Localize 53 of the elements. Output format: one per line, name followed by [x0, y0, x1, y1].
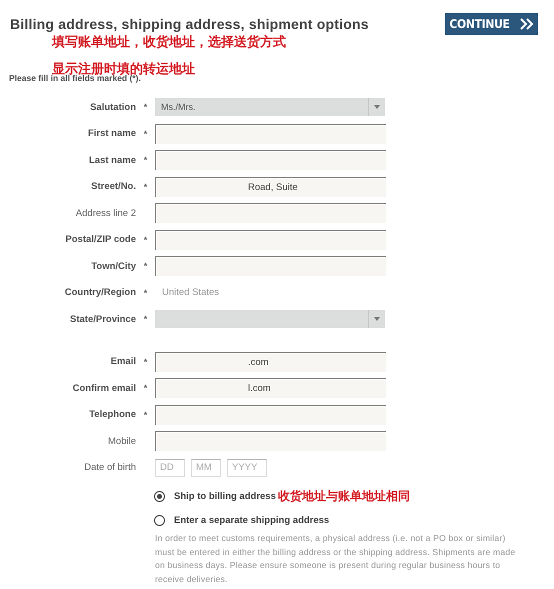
page-title: Billing address, shipping address, shipment options	[10, 15, 369, 33]
annotation-text: 填写账单地址，收货地址，选择送货方式	[52, 34, 287, 50]
required-asterisk: *	[144, 288, 148, 298]
dropdown-arrow-icon	[374, 105, 380, 110]
required-asterisk: *	[144, 356, 148, 367]
input-field[interactable]	[155, 150, 386, 170]
required-asterisk: *	[144, 410, 148, 420]
required-asterisk: *	[144, 383, 148, 394]
input-field[interactable]	[155, 256, 386, 276]
option-label[interactable]: Ship to billing address	[174, 490, 276, 502]
required-asterisk: *	[144, 128, 148, 139]
field-label: Email	[110, 356, 136, 368]
field-label: State/Province	[69, 314, 136, 325]
date-input-field[interactable]: DD	[155, 458, 185, 477]
field-label: Address line 2	[74, 208, 136, 219]
required-asterisk: *	[144, 155, 148, 166]
field-label: Mobile	[107, 436, 136, 447]
field-label: Postal/ZIP code	[64, 234, 136, 246]
field-label: Country/Region	[64, 287, 136, 298]
required-asterisk: *	[144, 261, 148, 272]
annotation-text: 显示注册时填的转运地址	[52, 61, 196, 76]
radio-button[interactable]	[154, 490, 165, 502]
notice-text: In order to meet customs requirements, a physical address (i.e. not a PO box or similar) must be entered in either the billing address or the shipping address. Shipments are made on business days. Please ensure someone is present during regular business hours to receive deliveries.	[155, 532, 516, 586]
annotation-text: 收货地址与账单地址相同	[278, 488, 410, 504]
continue-button[interactable]: CONTINUE	[445, 13, 538, 35]
field-label: Telephone	[88, 409, 136, 420]
field-label: Town/City	[90, 260, 136, 272]
date-input-field[interactable]: MM	[191, 458, 221, 477]
dropdown-arrow-icon	[374, 317, 380, 322]
input-field[interactable]: .com	[155, 352, 386, 372]
dropdown[interactable]: Ms./Mrs.	[155, 98, 385, 116]
field-label: Last name	[88, 154, 136, 166]
radio-button[interactable]	[154, 514, 165, 526]
required-asterisk: *	[144, 314, 148, 324]
field-label: Date of birth	[83, 462, 136, 474]
required-asterisk: *	[144, 182, 148, 192]
field-value: United States	[161, 287, 220, 298]
input-field[interactable]	[155, 431, 386, 452]
field-label: Confirm email	[72, 382, 136, 394]
date-input-field[interactable]: YYYY	[227, 458, 267, 477]
field-label: First name	[86, 128, 136, 140]
required-asterisk: *	[144, 102, 148, 112]
input-field[interactable]	[155, 404, 386, 425]
input-field[interactable]	[155, 124, 386, 144]
input-field[interactable]	[155, 230, 386, 250]
input-field[interactable]: Road, Suite	[155, 176, 386, 197]
field-label: Salutation	[89, 102, 136, 113]
option-label[interactable]: Enter a separate shipping address	[174, 514, 330, 526]
required-asterisk: *	[144, 234, 148, 245]
double-chevron-icon	[520, 18, 534, 30]
input-field[interactable]: l.com	[155, 378, 386, 398]
field-label: Street/No.	[90, 181, 136, 192]
input-field[interactable]	[155, 203, 386, 224]
